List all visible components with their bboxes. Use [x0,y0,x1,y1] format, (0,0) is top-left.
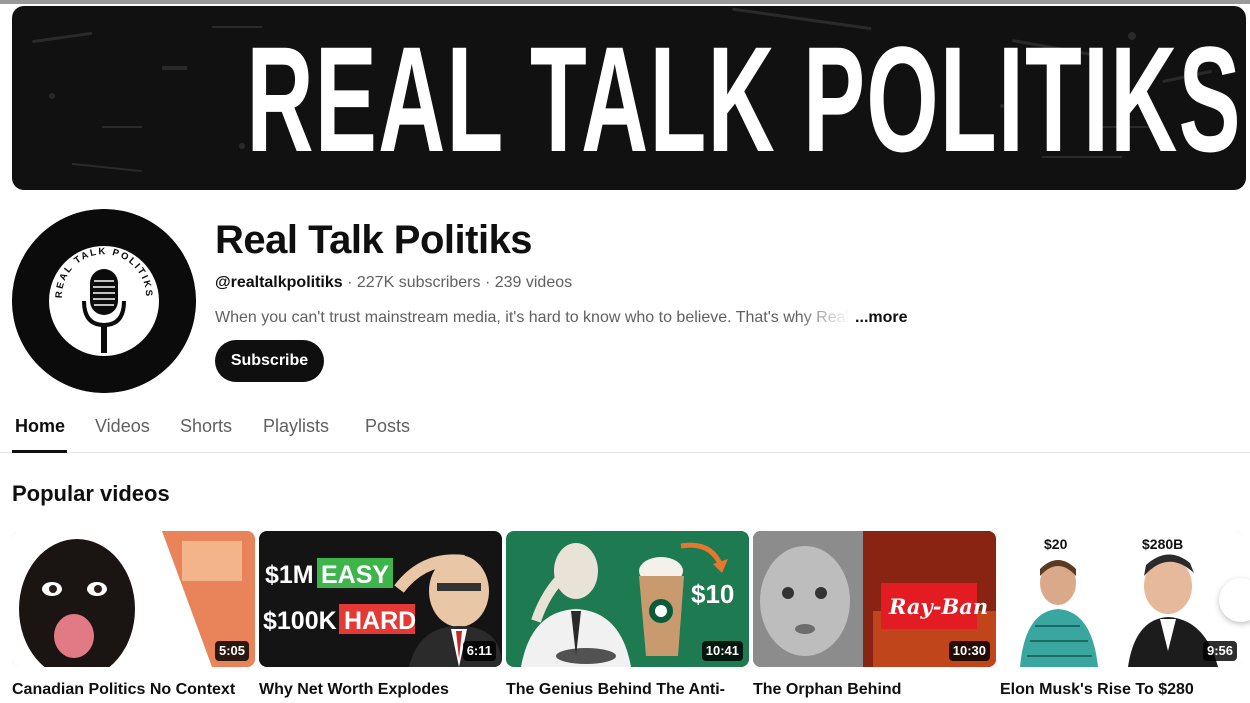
subscribe-button[interactable]: Subscribe [215,340,324,382]
subscriber-count: 227K subscribers [356,274,481,291]
video-thumbnail[interactable]: $1M EASY $100K HARD 6:11 [259,531,502,667]
thumb-text-high: $280B [1142,536,1183,552]
thumb-text-1m: $1M [265,561,314,589]
section-title: Popular videos [12,481,170,506]
video-thumbnail[interactable]: Ray-Ban 10:30 [753,531,996,667]
tab-shorts[interactable]: Shorts [180,414,232,438]
video-duration: 10:41 [701,641,743,661]
channel-tabs: Home Videos Shorts Playlists Posts [0,400,1250,453]
thumb-text-hard: HARD [344,607,416,635]
meta-separator: · [342,274,357,291]
video-title[interactable]: The Orphan Behind [753,679,996,701]
thumb-text-low: $20 [1044,536,1068,552]
tab-home[interactable]: Home [15,414,65,438]
video-duration: 10:30 [948,641,990,661]
video-title[interactable]: The Genius Behind The Anti- [506,679,749,701]
thumb-text-price: $10 [691,579,734,609]
more-link[interactable]: ...more [855,309,907,326]
video-card[interactable]: 5:05 Canadian Politics No Context [12,531,255,701]
video-duration: 9:56 [1202,641,1237,661]
video-thumbnail[interactable]: $10 10:41 [506,531,749,667]
video-title[interactable]: Why Net Worth Explodes [259,679,502,701]
video-title[interactable]: Elon Musk's Rise To $280 [1000,679,1243,701]
video-duration: 5:05 [214,641,249,661]
tab-posts[interactable]: Posts [365,414,410,438]
channel-meta: @realtalkpolitiks · 227K subscribers · 2… [215,272,572,294]
thumb-text-easy: EASY [321,561,389,589]
video-count: 239 videos [494,274,573,291]
channel-avatar[interactable]: REAL TALK POLITIKS [12,209,196,393]
active-tab-indicator [12,450,67,453]
microphone-logo-icon: REAL TALK POLITIKS [12,209,196,393]
thumb-text-100k: $100K [263,607,337,635]
video-card[interactable]: $1M EASY $100K HARD 6:11 Why Net Worth E… [259,531,502,701]
meta-separator: · [480,274,495,291]
video-thumbnail[interactable]: $20 $280B 9:56 [1000,531,1243,667]
tab-playlists[interactable]: Playlists [263,414,329,438]
top-divider [0,0,1250,4]
channel-banner: REAL TALK POLITIKS [12,6,1246,190]
channel-description[interactable]: When you can't trust mainstream media, i… [215,307,908,329]
thumb-text-brand: Ray-Ban [888,594,988,619]
banner-title: REAL TALK POLITIKS [246,15,1242,183]
tab-videos[interactable]: Videos [95,414,150,438]
video-card[interactable]: Ray-Ban 10:30 The Orphan Behind [753,531,996,701]
video-duration: 6:11 [462,641,496,661]
description-text: When you can't trust mainstream media, i… [215,309,850,326]
video-card[interactable]: $10 10:41 The Genius Behind The Anti- [506,531,749,701]
channel-handle: @realtalkpolitiks [215,274,343,291]
channel-name: Real Talk Politiks [215,218,533,262]
video-thumbnail[interactable]: 5:05 [12,531,255,667]
video-card[interactable]: $20 $280B 9:56 Elon Musk's Rise To $280 [1000,531,1243,701]
video-title[interactable]: Canadian Politics No Context [12,679,255,701]
